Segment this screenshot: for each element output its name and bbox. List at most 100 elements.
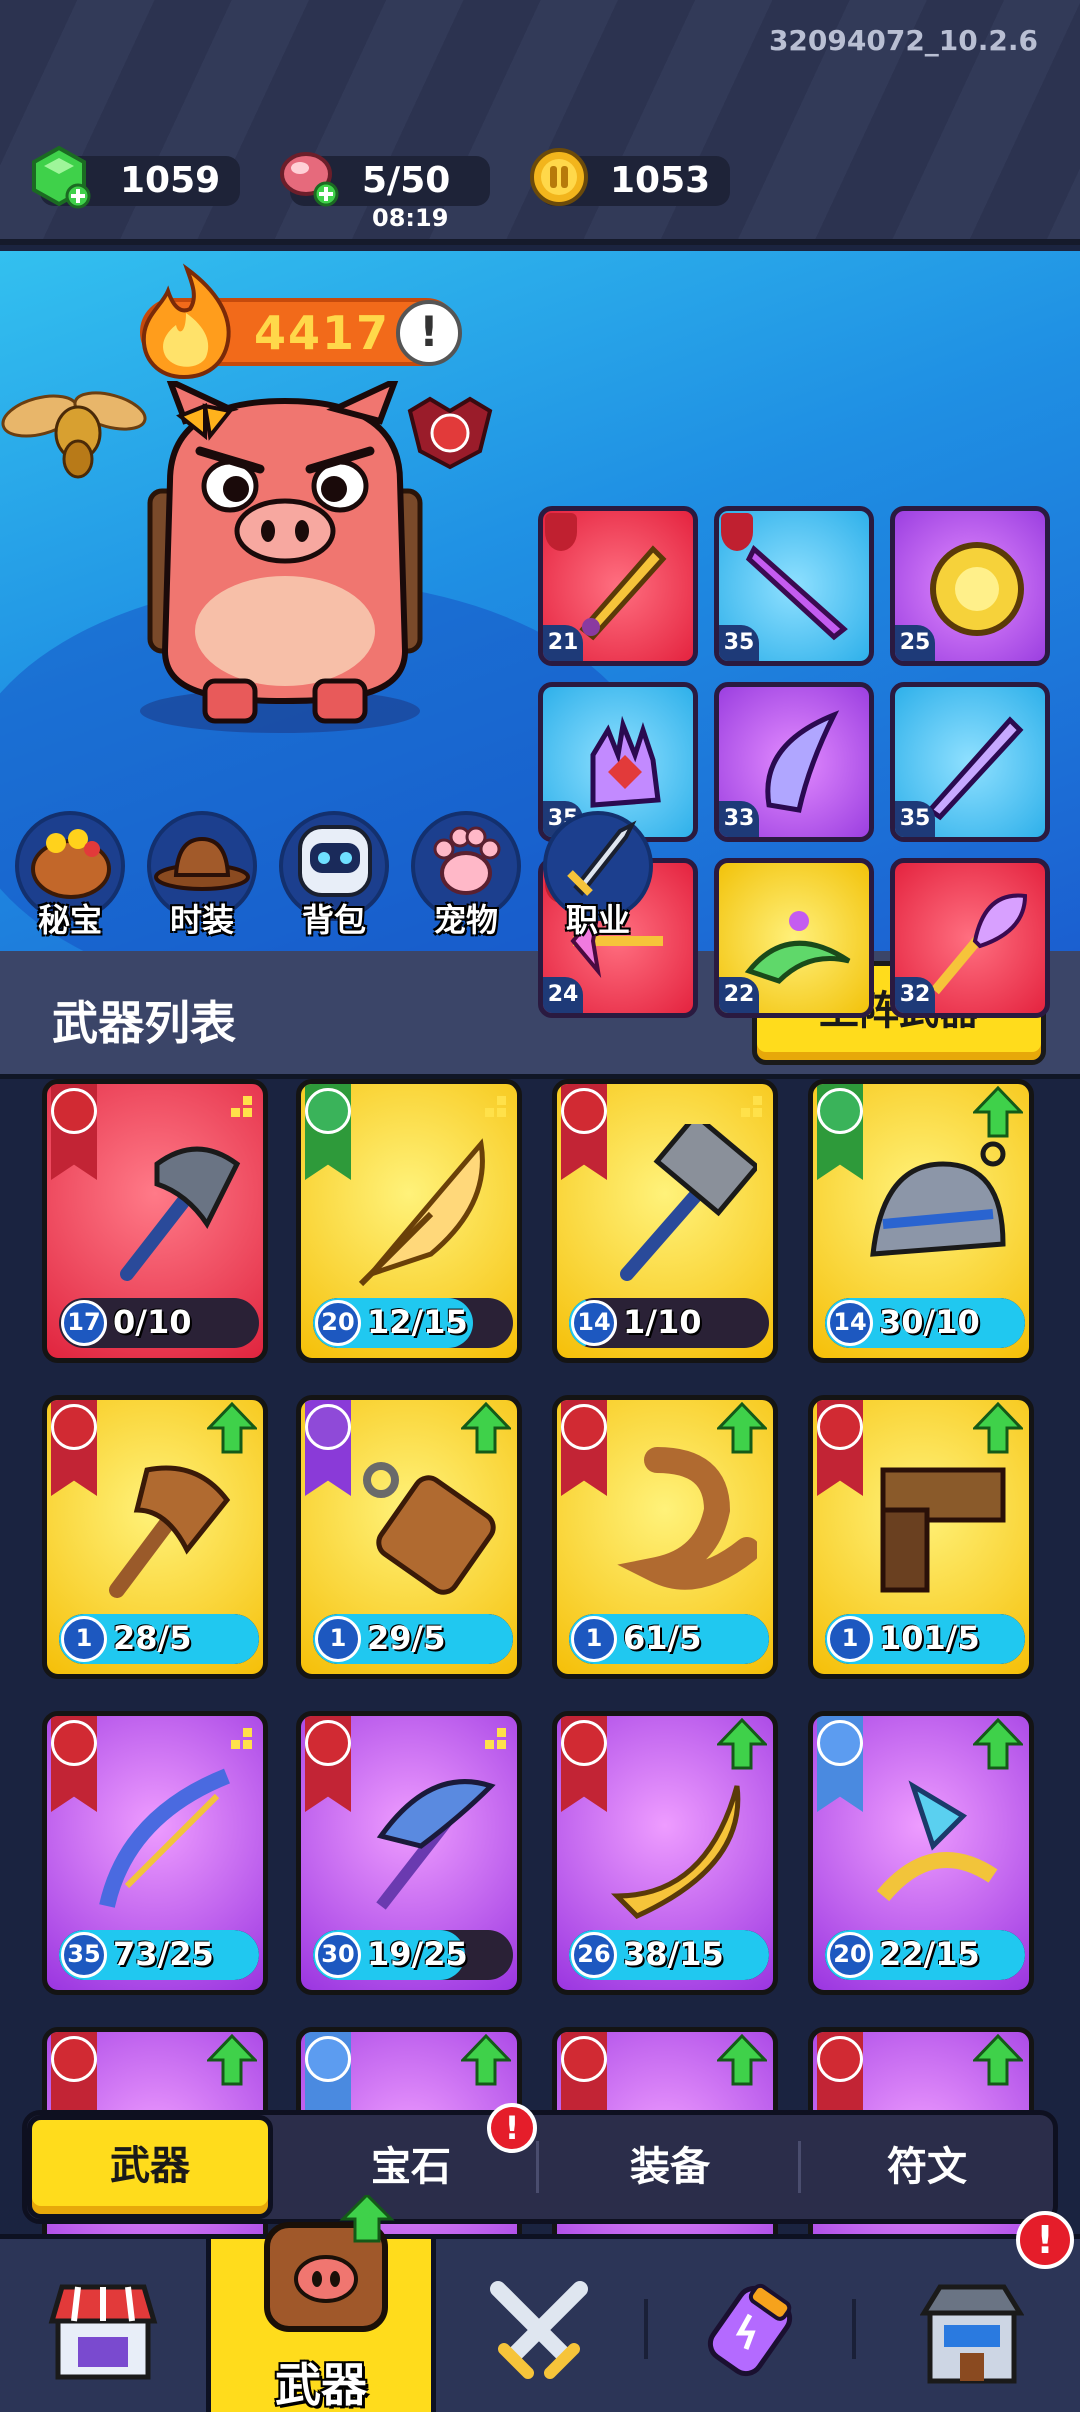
weapon-level: 1 — [315, 1616, 361, 1662]
weapon-card[interactable]: 1 61/5 — [552, 1395, 778, 1679]
round-shield-icon — [930, 542, 1024, 636]
weapon-count: 38/15 — [623, 1935, 724, 1973]
equipped-level: 22 — [719, 977, 759, 1013]
weapon-card[interactable]: 1 101/5 — [808, 1395, 1034, 1679]
hat-icon — [154, 836, 250, 891]
tab-runes[interactable]: 符文 — [801, 2115, 1053, 2219]
weapon-count: 61/5 — [623, 1619, 702, 1657]
weapon-card[interactable]: 17 0/10 — [42, 1079, 268, 1363]
base-alert-badge: ! — [1016, 2211, 1074, 2269]
weapon-card[interactable]: 1 29/5 — [296, 1395, 522, 1679]
weapon-level: 30 — [315, 1932, 361, 1978]
nav-base[interactable]: ! — [856, 2211, 1080, 2412]
equipped-slot[interactable]: 33 — [714, 682, 874, 842]
treasure-pot-icon — [31, 829, 111, 899]
nav-weapons-label: 武器 — [275, 2358, 367, 2412]
category-label: 秘宝 — [37, 901, 102, 939]
dragon-bow-icon — [99, 1768, 230, 1908]
purple-dagger-icon — [745, 544, 848, 641]
upgrade-arrow-icon — [207, 2034, 257, 2086]
inventory-sub-tabs: 武器 宝石 装备 符文 ! — [22, 2103, 1058, 2224]
bell-icon — [870, 1141, 1006, 1257]
tab-weapons[interactable]: 武器 — [27, 2115, 273, 2219]
rank-badge-icon[interactable] — [400, 391, 500, 471]
power-value: 4417 — [254, 306, 391, 360]
weapon-card[interactable]: 14 1/10 — [552, 1079, 778, 1363]
meat-icon — [280, 152, 339, 207]
weapon-count: 22/15 — [879, 1935, 980, 1973]
category-class[interactable]: 职业 — [538, 811, 658, 941]
category-backpack[interactable]: 背包 — [274, 811, 394, 941]
weapon-level: 14 — [827, 1300, 873, 1346]
tab-equipment[interactable]: 装备 — [539, 2115, 801, 2219]
equipped-slot[interactable]: 21 — [538, 506, 698, 666]
equipped-level: 32 — [895, 977, 935, 1013]
category-label: 职业 — [565, 901, 630, 939]
weapon-card[interactable]: 20 22/15 — [808, 1711, 1034, 1995]
base-building-icon — [920, 2284, 1024, 2384]
weapon-card[interactable]: 30 19/25 — [296, 1711, 522, 1995]
weapon-count: 73/25 — [113, 1935, 214, 1973]
weapon-bag-icon — [264, 2195, 395, 2332]
equipped-slot[interactable]: 35 — [714, 506, 874, 666]
weapon-card[interactable]: 1 28/5 — [42, 1395, 268, 1679]
equipped-level: 35 — [895, 801, 935, 837]
golden-sword-icon — [579, 545, 667, 641]
weapon-level: 20 — [315, 1300, 361, 1346]
category-outfit[interactable]: 时装 — [142, 811, 262, 941]
gems-counter[interactable]: 1059 — [32, 145, 240, 209]
boomerang-icon — [610, 1785, 741, 1919]
weapon-level: 1 — [61, 1616, 107, 1662]
weapon-card[interactable]: 20 12/15 — [296, 1079, 522, 1363]
nav-shop[interactable] — [0, 2239, 206, 2412]
equipped-slot[interactable]: 35 — [890, 682, 1050, 842]
equipped-slot[interactable]: 32 — [890, 858, 1050, 1018]
stamina-counter[interactable]: 5/50 — [280, 152, 490, 207]
equipped-level: 21 — [543, 625, 583, 661]
sword-class-icon — [567, 820, 637, 897]
nav-energy[interactable] — [648, 2239, 852, 2412]
hammer-icon — [620, 1124, 757, 1281]
coins-counter[interactable]: 1053 — [530, 148, 730, 206]
weapon-count: 101/5 — [879, 1619, 980, 1657]
tab-gems-label: 宝石 — [371, 2144, 451, 2190]
weapons-list-title: 武器列表 — [52, 996, 236, 1050]
weapon-card[interactable]: 26 38/15 — [552, 1711, 778, 1995]
category-label: 时装 — [169, 901, 234, 939]
weapon-card[interactable]: 35 73/25 — [42, 1711, 268, 1995]
robot-backpack-icon — [298, 825, 372, 897]
category-treasure[interactable]: 秘宝 — [10, 811, 130, 941]
weapon-level: 1 — [827, 1616, 873, 1662]
upgrade-arrow-icon — [461, 2034, 511, 2086]
weapons-grid: 170/10 2012/15 141/10 1430/10 128/5 — [0, 1079, 1080, 2239]
energy-capsule-icon — [707, 2283, 793, 2377]
weapon-card[interactable]: 14 30/10 — [808, 1079, 1034, 1363]
glove-icon — [590, 715, 661, 808]
weapon-count: 1/10 — [623, 1303, 702, 1341]
weapon-count: 12/15 — [367, 1303, 468, 1341]
nav-weapons[interactable]: 武器 — [206, 2195, 436, 2412]
paw-icon — [433, 826, 501, 895]
weapon-level: 35 — [61, 1932, 107, 1978]
gem-icon — [32, 145, 91, 209]
category-label: 背包 — [301, 901, 366, 939]
nav-battle[interactable] — [436, 2239, 644, 2412]
equipped-slot[interactable]: 25 — [890, 506, 1050, 666]
spiked-scythe-icon — [376, 1779, 496, 1910]
weapon-count: 19/25 — [367, 1935, 468, 1973]
equipped-level: 25 — [895, 625, 935, 661]
pistol-icon — [880, 1467, 1006, 1593]
equipped-slot[interactable]: 22 — [714, 858, 874, 1018]
hero-character-pig[interactable] — [110, 381, 450, 741]
axe-icon — [120, 1146, 241, 1281]
equipped-level: 35 — [719, 625, 759, 661]
weapon-level: 17 — [61, 1300, 107, 1346]
weapon-count: 30/10 — [879, 1303, 980, 1341]
power-info-button[interactable]: ! — [396, 300, 462, 366]
weapon-count: 0/10 — [113, 1303, 192, 1341]
ice-staff-icon — [876, 1780, 998, 1902]
weapon-level: 26 — [571, 1932, 617, 1978]
feather-icon — [358, 1138, 485, 1287]
category-pet[interactable]: 宠物 — [406, 811, 526, 941]
top-bar: 32094072_10.2.6 1059 5/50 08:19 1053 — [0, 0, 1080, 245]
